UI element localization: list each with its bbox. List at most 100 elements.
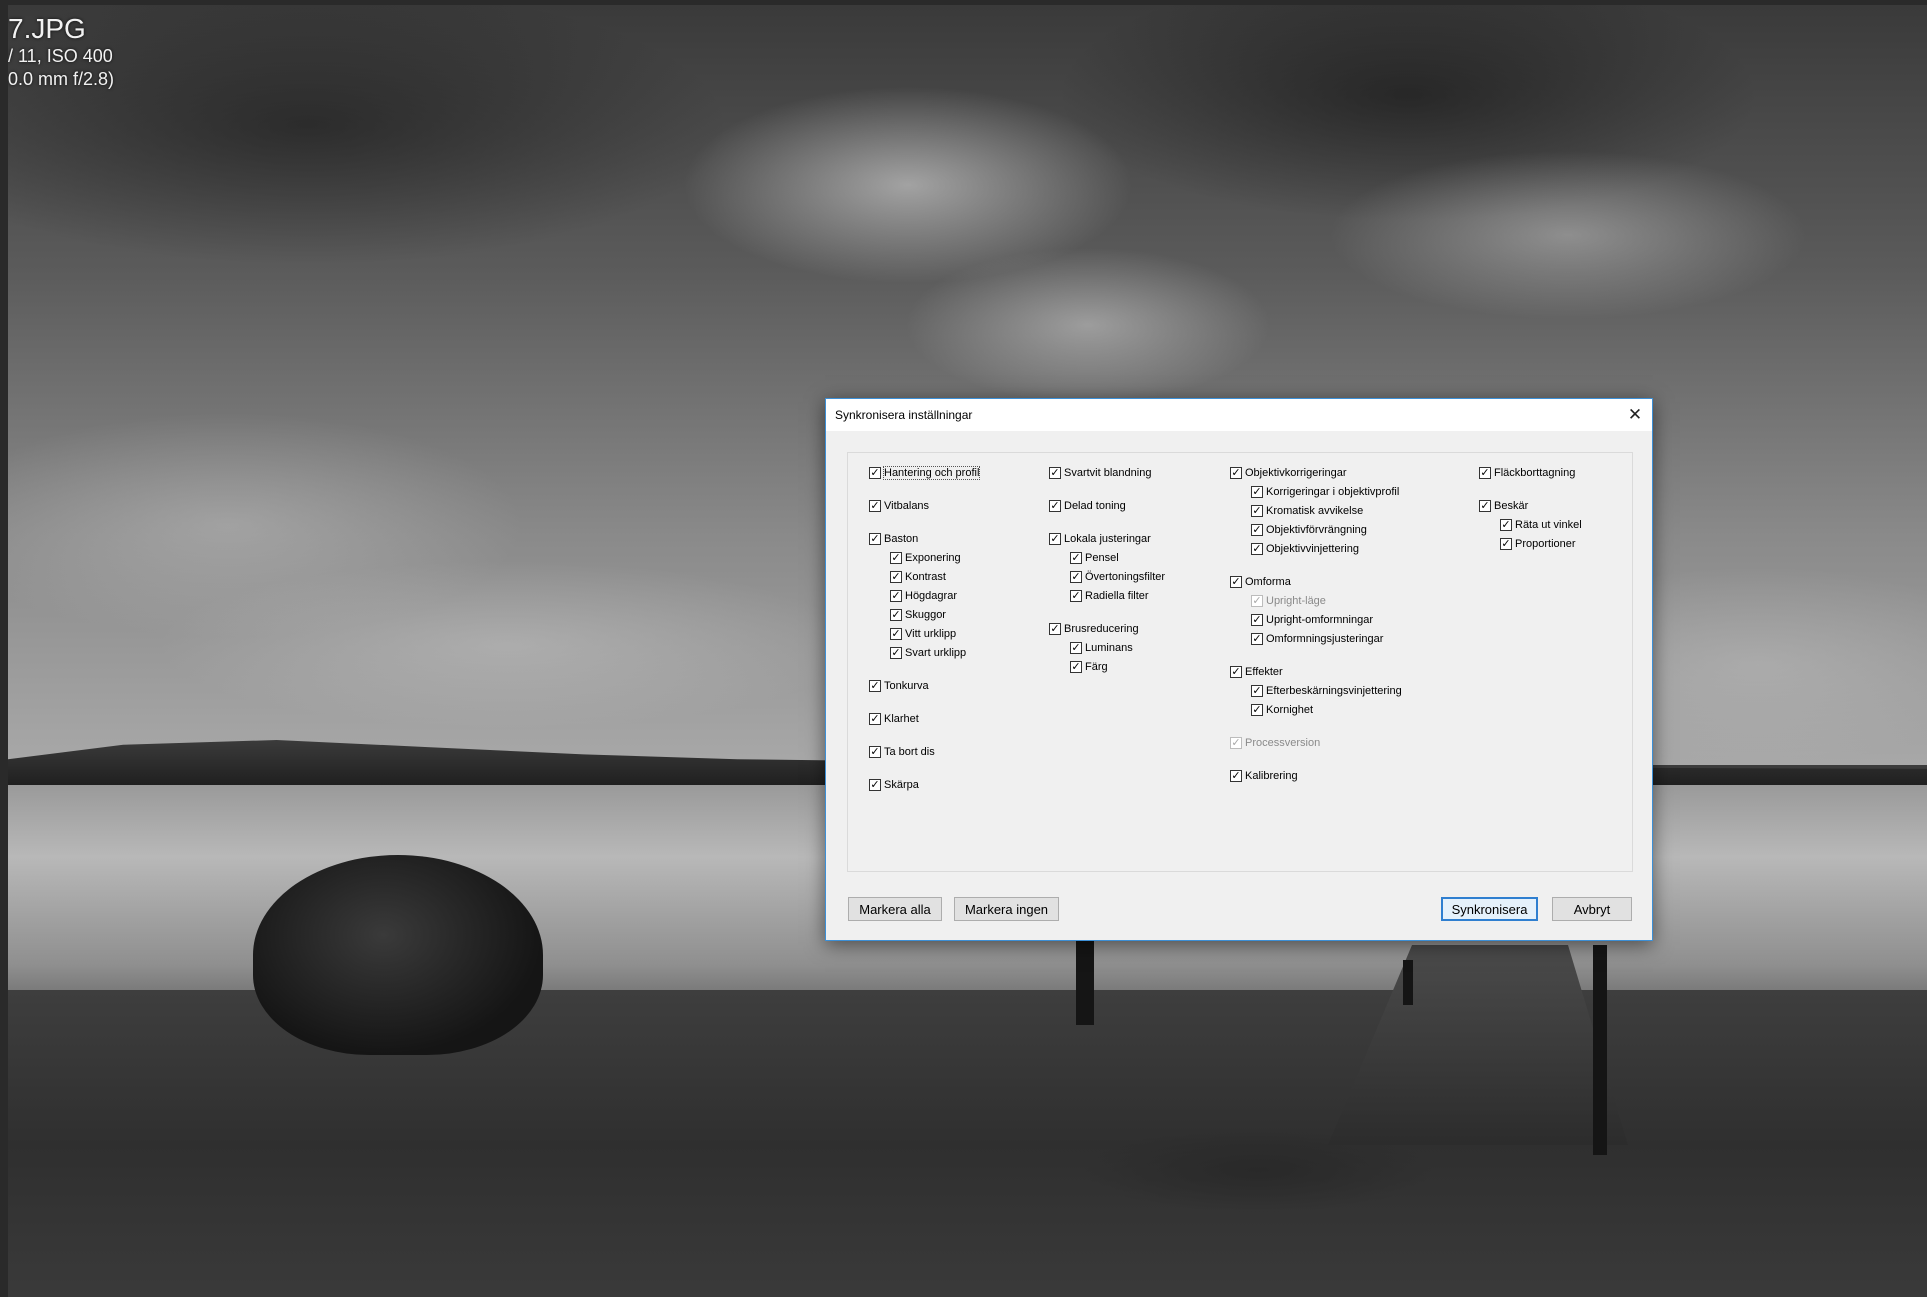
checkbox-ta-bort-dis[interactable]: ✓ Ta bort dis xyxy=(869,744,935,760)
checkmark-icon: ✓ xyxy=(890,627,902,640)
checkbox-label: Tonkurva xyxy=(884,680,929,692)
checkbox-proportioner[interactable]: ✓ Proportioner xyxy=(1500,536,1576,552)
checkbox-label: Fläckborttagning xyxy=(1494,467,1576,479)
checkbox-delad-toning[interactable]: ✓ Delad toning xyxy=(1049,498,1126,514)
checkbox-kalibrering[interactable]: ✓ Kalibrering xyxy=(1230,768,1298,784)
dialog-titlebar[interactable]: Synkronisera inställningar ✕ xyxy=(826,399,1652,431)
checkbox-processversion: ✓ Processversion xyxy=(1230,735,1320,751)
checkbox-label: Färg xyxy=(1085,661,1108,673)
checkbox-label: Delad toning xyxy=(1064,500,1126,512)
checkbox-effekter[interactable]: ✓ Effekter xyxy=(1230,664,1283,680)
checkmark-icon: ✓ xyxy=(1251,703,1263,716)
checkmark-icon: ✓ xyxy=(1500,518,1512,531)
checkbox-vitt-urklipp[interactable]: ✓ Vitt urklipp xyxy=(890,626,956,642)
checkbox-label: Objektivförvrängning xyxy=(1266,524,1367,536)
checkmark-icon: ✓ xyxy=(869,778,881,791)
synchronize-button[interactable]: Synkronisera xyxy=(1441,897,1538,921)
checkbox-brusreducering[interactable]: ✓ Brusreducering xyxy=(1049,621,1139,637)
checkbox-övertoningsfilter[interactable]: ✓ Övertoningsfilter xyxy=(1070,569,1165,585)
checkbox-radiella-filter[interactable]: ✓ Radiella filter xyxy=(1070,588,1149,604)
checkbox-klarhet[interactable]: ✓ Klarhet xyxy=(869,711,919,727)
photo-post xyxy=(1076,940,1094,1025)
photo-exposure: / 11, ISO 400 xyxy=(8,46,113,66)
checkbox-label: Svartvit blandning xyxy=(1064,467,1152,479)
checkbox-exponering[interactable]: ✓ Exponering xyxy=(890,550,961,566)
photo-info-overlay: 7.JPG / 11, ISO 400 0.0 mm f/2.8) xyxy=(8,13,114,91)
checkbox-objektivvinjettering[interactable]: ✓ Objektivvinjettering xyxy=(1251,541,1359,557)
checkmark-icon: ✓ xyxy=(1070,660,1082,673)
checkbox-omforma[interactable]: ✓ Omforma xyxy=(1230,574,1291,590)
checkbox-label: Upright-omformningar xyxy=(1266,614,1373,626)
checkbox-label: Objektivvinjettering xyxy=(1266,543,1359,555)
checkmark-icon: ✓ xyxy=(869,745,881,758)
checkbox-objektivförvrängning[interactable]: ✓ Objektivförvrängning xyxy=(1251,522,1367,538)
checkbox-label: Brusreducering xyxy=(1064,623,1139,635)
checkbox-hantering-och-profil[interactable]: ✓ Hantering och profil xyxy=(869,465,981,481)
checkbox-kontrast[interactable]: ✓ Kontrast xyxy=(890,569,946,585)
close-button[interactable]: ✕ xyxy=(1618,399,1652,431)
checkbox-label: Vitbalans xyxy=(884,500,930,512)
photo-post xyxy=(1593,945,1607,1155)
checkbox-label: Beskär xyxy=(1494,500,1529,512)
checkmark-icon: ✓ xyxy=(869,532,881,545)
checkmark-icon: ✓ xyxy=(1049,466,1061,479)
checkmark-icon: ✓ xyxy=(1251,594,1263,607)
checkbox-lokala-justeringar[interactable]: ✓ Lokala justeringar xyxy=(1049,531,1151,547)
checkmark-icon: ✓ xyxy=(1049,499,1061,512)
checkbox-pensel[interactable]: ✓ Pensel xyxy=(1070,550,1119,566)
photo-post xyxy=(1403,960,1413,1005)
checkbox-label: Exponering xyxy=(905,552,961,564)
checkbox-baston[interactable]: ✓ Baston xyxy=(869,531,918,547)
checkbox-label: Processversion xyxy=(1245,737,1321,749)
checkmark-icon: ✓ xyxy=(1251,684,1263,697)
checkbox-upright-omformningar[interactable]: ✓ Upright-omformningar xyxy=(1251,612,1373,628)
checkbox-vitbalans[interactable]: ✓ Vitbalans xyxy=(869,498,929,514)
dialog-title: Synkronisera inställningar xyxy=(835,408,973,422)
select-none-button[interactable]: Markera ingen xyxy=(954,897,1059,921)
checkbox-label: Ta bort dis xyxy=(884,746,935,758)
checkbox-färg[interactable]: ✓ Färg xyxy=(1070,659,1108,675)
checkbox-högdagrar[interactable]: ✓ Högdagrar xyxy=(890,588,957,604)
checkbox-label: Pensel xyxy=(1085,552,1119,564)
checkmark-icon: ✓ xyxy=(1500,537,1512,550)
checkbox-label: Efterbeskärningsvinjettering xyxy=(1266,685,1402,697)
checkbox-label: Objektivkorrigeringar xyxy=(1245,467,1347,479)
checkbox-omformningsjusteringar[interactable]: ✓ Omformningsjusteringar xyxy=(1251,631,1383,647)
checkbox-räta-ut-vinkel[interactable]: ✓ Räta ut vinkel xyxy=(1500,517,1582,533)
checkbox-fläckborttagning[interactable]: ✓ Fläckborttagning xyxy=(1479,465,1575,481)
checkbox-label: Övertoningsfilter xyxy=(1085,571,1166,583)
checkbox-skuggor[interactable]: ✓ Skuggor xyxy=(890,607,946,623)
sync-settings-dialog: Synkronisera inställningar ✕ ✓ Hantering … xyxy=(825,398,1653,941)
select-all-button[interactable]: Markera alla xyxy=(848,897,942,921)
checkmark-icon: ✓ xyxy=(869,712,881,725)
checkmark-icon: ✓ xyxy=(1251,613,1263,626)
checkmark-icon: ✓ xyxy=(1049,532,1061,545)
checkbox-beskär[interactable]: ✓ Beskär xyxy=(1479,498,1528,514)
checkbox-skärpa[interactable]: ✓ Skärpa xyxy=(869,777,919,793)
close-icon: ✕ xyxy=(1627,405,1643,424)
checkbox-label: Baston xyxy=(884,533,919,545)
checkbox-label: Vitt urklipp xyxy=(905,628,957,640)
checkmark-icon: ✓ xyxy=(1070,551,1082,564)
checkmark-icon: ✓ xyxy=(1479,499,1491,512)
checkbox-svart-urklipp[interactable]: ✓ Svart urklipp xyxy=(890,645,966,661)
cancel-button[interactable]: Avbryt xyxy=(1552,897,1632,921)
checkbox-kromatisk-avvikelse[interactable]: ✓ Kromatisk avvikelse xyxy=(1251,503,1363,519)
checkmark-icon: ✓ xyxy=(1230,736,1242,749)
checkbox-objektivkorrigeringar[interactable]: ✓ Objektivkorrigeringar xyxy=(1230,465,1346,481)
checkmark-icon: ✓ xyxy=(1251,504,1263,517)
photo-filename: 7.JPG xyxy=(8,13,86,44)
settings-panel: ✓ Hantering och profil ✓ Vitbalans ✓ Baston ✓ E… xyxy=(847,452,1633,872)
checkmark-icon: ✓ xyxy=(1070,589,1082,602)
checkbox-kornighet[interactable]: ✓ Kornighet xyxy=(1251,702,1313,718)
checkbox-label: Lokala justeringar xyxy=(1064,533,1151,545)
checkbox-label: Hantering och profil xyxy=(882,466,981,480)
checkbox-efterbeskärningsvinjettering[interactable]: ✓ Efterbeskärningsvinjettering xyxy=(1251,683,1402,699)
checkbox-upright-läge: ✓ Upright-läge xyxy=(1251,593,1326,609)
checkbox-luminans[interactable]: ✓ Luminans xyxy=(1070,640,1133,656)
checkbox-label: Högdagrar xyxy=(905,590,957,602)
checkmark-icon: ✓ xyxy=(1230,575,1242,588)
checkbox-svartvit-blandning[interactable]: ✓ Svartvit blandning xyxy=(1049,465,1151,481)
checkbox-korrigeringar-i-objektivprofil[interactable]: ✓ Korrigeringar i objektivprofil xyxy=(1251,484,1399,500)
checkbox-tonkurva[interactable]: ✓ Tonkurva xyxy=(869,678,929,694)
